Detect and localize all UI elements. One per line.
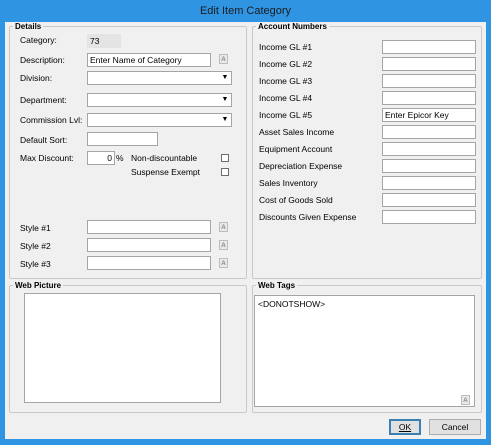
chevron-down-icon[interactable]: ▼	[220, 115, 230, 125]
cancel-button[interactable]: Cancel	[429, 419, 481, 435]
non-discountable-checkbox[interactable]	[221, 154, 229, 162]
style1-label: Style #1	[20, 223, 51, 233]
category-value: 73	[87, 34, 121, 48]
sales-inventory-input[interactable]	[382, 176, 476, 190]
discounts-given-expense-input[interactable]	[382, 210, 476, 224]
default-sort-input[interactable]	[87, 132, 158, 146]
suspense-exempt-checkbox[interactable]	[221, 168, 229, 176]
income-gl-2-input[interactable]	[382, 57, 476, 71]
income-gl-4-input[interactable]	[382, 91, 476, 105]
income-gl-3-label: Income GL #3	[259, 76, 313, 86]
style2-input[interactable]	[87, 238, 211, 252]
web-picture-legend: Web Picture	[15, 281, 62, 290]
cost-of-goods-sold-input[interactable]	[382, 193, 476, 207]
cancel-button-label: Cancel	[441, 422, 469, 432]
account-numbers-legend: Account Numbers	[258, 22, 327, 31]
equipment-account-input[interactable]	[382, 142, 476, 156]
style3-input[interactable]	[87, 256, 211, 270]
depreciation-expense-input[interactable]	[382, 159, 476, 173]
max-discount-unit: %	[116, 153, 124, 163]
style2-label: Style #2	[20, 241, 51, 251]
max-discount-input[interactable]: 0	[87, 151, 115, 165]
commission-label: Commission Lvl:	[20, 115, 83, 125]
income-gl-5-label: Income GL #5	[259, 110, 313, 120]
max-discount-label: Max Discount:	[20, 153, 74, 163]
translate-icon[interactable]: A	[461, 395, 470, 405]
division-select[interactable]: ▼	[87, 71, 232, 85]
income-gl-1-label: Income GL #1	[259, 42, 313, 52]
equipment-account-label: Equipment Account	[259, 144, 333, 154]
asset-sales-income-input[interactable]	[382, 125, 476, 139]
window-title: Edit Item Category	[199, 5, 292, 17]
chevron-down-icon[interactable]: ▼	[220, 95, 230, 105]
web-picture-box[interactable]	[24, 293, 221, 403]
income-gl-2-label: Income GL #2	[259, 59, 313, 69]
translate-icon[interactable]: A	[219, 54, 228, 64]
details-legend: Details	[15, 22, 42, 31]
style1-input[interactable]	[87, 220, 211, 234]
sales-inventory-label: Sales Inventory	[259, 178, 318, 188]
translate-icon[interactable]: A	[219, 222, 228, 232]
income-gl-3-input[interactable]	[382, 74, 476, 88]
depreciation-expense-label: Depreciation Expense	[259, 161, 343, 171]
suspense-exempt-label: Suspense Exempt	[131, 167, 200, 177]
department-select[interactable]: ▼	[87, 93, 232, 107]
web-tags-textarea[interactable]: <DONOTSHOW>	[254, 295, 475, 407]
income-gl-1-input[interactable]	[382, 40, 476, 54]
commission-select[interactable]: ▼	[87, 113, 232, 127]
default-sort-label: Default Sort:	[20, 135, 68, 145]
cost-of-goods-sold-label: Cost of Goods Sold	[259, 195, 333, 205]
style3-label: Style #3	[20, 259, 51, 269]
description-input[interactable]: Enter Name of Category	[87, 53, 211, 67]
discounts-given-expense-label: Discounts Given Expense	[259, 212, 357, 222]
division-label: Division:	[20, 73, 53, 83]
translate-icon[interactable]: A	[219, 240, 228, 250]
translate-icon[interactable]: A	[219, 258, 228, 268]
dialog-client-area: Details Category: 73 Description: Enter …	[5, 22, 486, 439]
web-tags-legend: Web Tags	[258, 281, 296, 290]
edit-item-category-window: Edit Item Category Details Category: 73 …	[0, 0, 491, 445]
income-gl-4-label: Income GL #4	[259, 93, 313, 103]
non-discountable-label: Non-discountable	[131, 153, 198, 163]
ok-button-label: OK	[398, 422, 412, 432]
income-gl-5-input[interactable]: Enter Epicor Key	[382, 108, 476, 122]
chevron-down-icon[interactable]: ▼	[220, 73, 230, 83]
category-label: Category:	[20, 35, 57, 45]
department-label: Department:	[20, 95, 67, 105]
description-label: Description:	[20, 55, 65, 65]
asset-sales-income-label: Asset Sales Income	[259, 127, 335, 137]
ok-button[interactable]: OK	[389, 419, 421, 435]
